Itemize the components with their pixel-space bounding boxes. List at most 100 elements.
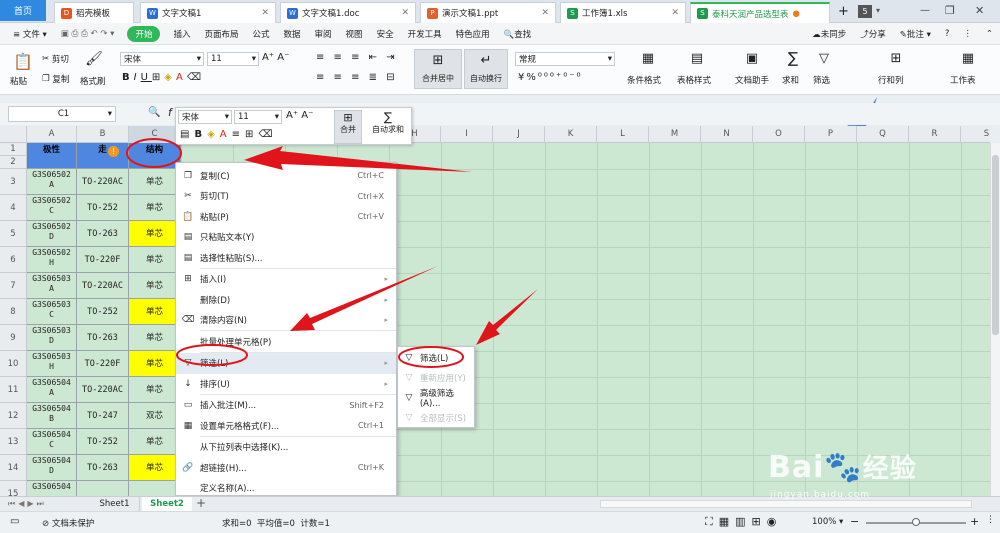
context-menu-item[interactable]: 📋 粘贴(P) Ctrl+V: [176, 206, 396, 227]
table-cell-structure[interactable]: 单芯: [129, 247, 181, 273]
row-header-8[interactable]: 8: [0, 299, 27, 325]
horizontal-scrollbar[interactable]: [600, 500, 972, 508]
wrap-text-button[interactable]: ↵ 自动换行: [464, 49, 508, 89]
filter-submenu-item[interactable]: ▽ 筛选(L): [398, 348, 474, 368]
context-menu-item[interactable]: ▦ 设置单元格格式(F)... Ctrl+1: [176, 415, 396, 436]
column-header-c[interactable]: C: [129, 126, 181, 143]
context-menu-item[interactable]: 批量处理单元格(P): [176, 331, 396, 352]
context-menu-item[interactable]: ▤ 选择性粘贴(S)...: [176, 247, 396, 268]
table-style-icon[interactable]: ▤: [689, 50, 705, 66]
more-icon[interactable]: ⋮: [956, 29, 979, 39]
sum-button[interactable]: 求和: [782, 74, 799, 86]
fx-label[interactable]: f: [168, 106, 172, 119]
worksheet-icon[interactable]: ▦: [960, 50, 976, 66]
tab-docer-templates[interactable]: D 稻壳模板: [54, 2, 134, 23]
context-menu-item[interactable]: ▽ 筛选(L) ▸: [176, 352, 396, 374]
currency-icon[interactable]: ¥: [518, 72, 526, 83]
comment-button[interactable]: ✎批注 ▾: [893, 28, 938, 40]
merge-center-button[interactable]: ⊞ 合并居中: [414, 49, 462, 89]
table-cell-structure[interactable]: [129, 481, 181, 496]
header-cell-polarity[interactable]: 极性: [27, 143, 77, 169]
font-color-icon[interactable]: A: [220, 129, 232, 140]
minimize-icon[interactable]: —: [920, 5, 930, 16]
mini-autosum-button[interactable]: ∑ 自动求和: [366, 110, 410, 144]
tab-count-badge[interactable]: 5: [858, 5, 872, 18]
align-top-buttons[interactable]: ≡ ≡ ≡ ⇤ ⇥: [316, 52, 398, 63]
context-menu-item[interactable]: ❐ 复制(C) Ctrl+C: [176, 165, 396, 186]
tab-insert[interactable]: 插入: [166, 28, 197, 40]
scrollbar-thumb[interactable]: [992, 155, 999, 335]
context-menu-item[interactable]: 从下拉列表中选择(K)...: [176, 437, 396, 458]
percent-button[interactable]: %: [526, 72, 538, 83]
table-cell-structure[interactable]: 单芯: [129, 429, 181, 455]
tab-writer-doc1-doc[interactable]: W 文字文稿1.doc ✕: [280, 2, 416, 23]
tab-home[interactable]: 首页: [0, 0, 46, 21]
tab-presentation[interactable]: P 演示文稿1.ppt ✕: [420, 2, 556, 23]
row-header-15[interactable]: 15: [0, 481, 27, 496]
column-header-k[interactable]: K: [545, 126, 597, 143]
column-header-a[interactable]: A: [27, 126, 77, 143]
tab-product-selection[interactable]: S 泰科天润产品选型表 ●: [690, 2, 830, 23]
row-header-10[interactable]: 10: [0, 351, 27, 377]
close-icon[interactable]: ✕: [535, 8, 549, 18]
zoom-search-icon[interactable]: 🔍: [148, 107, 160, 118]
table-style-button[interactable]: 表格样式: [677, 74, 711, 86]
column-header-b[interactable]: B: [77, 126, 129, 143]
clear-icon[interactable]: ⌫: [187, 72, 205, 83]
row-header-7[interactable]: 7: [0, 273, 27, 299]
table-cell-package[interactable]: TO-247: [77, 403, 129, 429]
row-header-3[interactable]: 3: [0, 169, 27, 195]
conditional-format-icon[interactable]: ▦: [640, 50, 656, 66]
grow-shrink-font-icons[interactable]: A⁺ A⁻: [262, 52, 289, 63]
border-icon[interactable]: ⊞: [152, 72, 164, 83]
column-header-i[interactable]: I: [441, 126, 493, 143]
restore-icon[interactable]: ❐: [945, 4, 955, 17]
table-cell-package[interactable]: TO-220AC: [77, 169, 129, 195]
collapse-ribbon-icon[interactable]: ⌃: [979, 29, 1000, 39]
add-sheet-button[interactable]: +: [196, 496, 206, 510]
context-menu-item[interactable]: ✂ 剪切(T) Ctrl+X: [176, 186, 396, 207]
table-cell-package[interactable]: TO-252: [77, 299, 129, 325]
row-header-12[interactable]: 12: [0, 403, 27, 429]
cut-button[interactable]: ✂ 剪切: [42, 53, 69, 65]
fill-color-icon[interactable]: ◈: [164, 72, 176, 83]
format-painter-label[interactable]: 格式刷: [80, 75, 106, 87]
share-button[interactable]: ⤴分享: [853, 28, 893, 40]
column-header-p[interactable]: P: [805, 126, 857, 143]
spreadsheet-grid[interactable]: ABCDEFGHIJKLMNOPQRS 12极性走结构!3G3S06502 AT…: [0, 126, 990, 496]
bold-icon[interactable]: B: [194, 129, 207, 140]
file-menu[interactable]: ≡ 文件 ▾: [6, 28, 54, 40]
font-color-icon[interactable]: A: [176, 72, 187, 83]
table-cell-package[interactable]: TO-220F: [77, 351, 129, 377]
warning-icon[interactable]: !: [108, 146, 119, 157]
border-icon[interactable]: ⊞: [245, 129, 258, 140]
table-cell-package[interactable]: TO-263: [77, 325, 129, 351]
copy-button[interactable]: ❐ 复制: [42, 73, 69, 85]
status-more-icon[interactable]: ⋮: [986, 515, 995, 525]
worksheet-button[interactable]: 工作表: [950, 74, 976, 86]
paste-label[interactable]: 粘贴: [10, 75, 27, 87]
table-cell-part-number[interactable]: G3S06502 H: [27, 247, 77, 273]
new-tab-button[interactable]: +: [838, 4, 849, 19]
zoom-in-icon[interactable]: +: [970, 515, 979, 528]
protect-status[interactable]: ⊘ 文档未保护: [42, 517, 94, 529]
thousands-icon[interactable]: ⁰⁰⁰: [538, 72, 556, 83]
font-size-select[interactable]: 11 ▾: [207, 52, 259, 66]
fill-color-icon[interactable]: ◈: [207, 129, 220, 140]
table-cell-package[interactable]: TO-252: [77, 195, 129, 221]
select-all-corner[interactable]: [0, 126, 27, 143]
row-header-2[interactable]: 2: [0, 156, 27, 169]
quick-access-icons[interactable]: ▣ ⎙ ⎙ ↶ ↷ ▾: [54, 29, 122, 39]
table-cell-package[interactable]: [77, 481, 129, 496]
table-cell-part-number[interactable]: G3S06503 H: [27, 351, 77, 377]
table-cell-structure[interactable]: 单芯: [129, 273, 181, 299]
tab-workbook1[interactable]: S 工作簿1.xls ✕: [560, 2, 686, 23]
row-header-6[interactable]: 6: [0, 247, 27, 273]
context-menu-item[interactable]: 🔗 超链接(H)... Ctrl+K: [176, 457, 396, 478]
align-center-icon[interactable]: ≡: [232, 129, 245, 140]
table-cell-package[interactable]: TO-220AC: [77, 273, 129, 299]
context-menu-item[interactable]: 删除(D) ▸: [176, 289, 396, 310]
column-header-r[interactable]: R: [909, 126, 961, 143]
context-menu-item[interactable]: ↓ 排序(U) ▸: [176, 373, 396, 394]
table-cell-package[interactable]: TO-252: [77, 429, 129, 455]
